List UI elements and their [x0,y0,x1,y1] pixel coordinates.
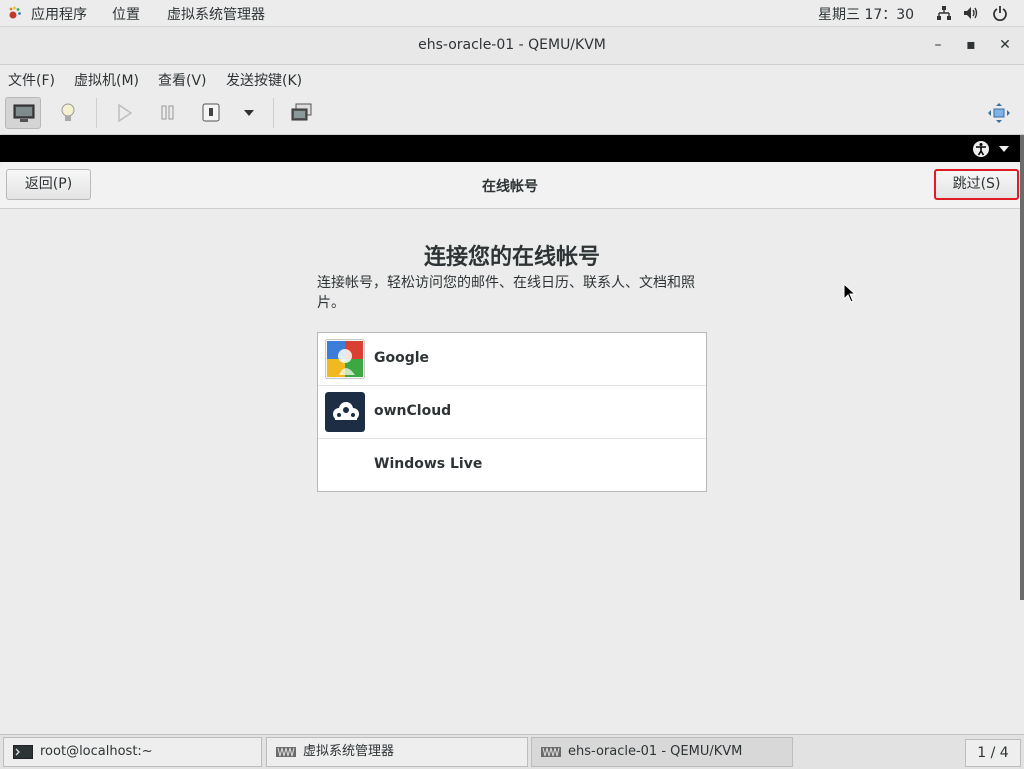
network-icon[interactable] [936,5,952,21]
console-view-button[interactable] [5,97,41,129]
google-icon [325,339,365,379]
chevron-down-icon[interactable] [999,146,1009,152]
applications-menu[interactable]: 应用程序 [31,4,87,24]
toolbar [0,92,1024,135]
accessibility-icon[interactable] [972,140,990,158]
provider-name: Windows Live [374,456,483,472]
taskbar: root@localhost:~ 虚拟系统管理器 ehs-oracle-01 -… [0,734,1024,769]
main-heading: 连接您的在线帐号 [423,245,600,270]
shutdown-button[interactable] [193,97,229,129]
terminal-icon [13,745,33,759]
scrollbar[interactable] [1020,135,1024,600]
close-button[interactable]: ✕ [996,36,1014,54]
fullscreen-button[interactable] [981,97,1017,129]
task-label: 虚拟系统管理器 [303,744,395,759]
pause-icon [161,105,174,120]
clock[interactable]: 星期三 17：30 [818,4,914,24]
online-accounts-page: 连接您的在线帐号 连接帐号，轻松访问您的邮件、在线日历、联系人、文档和照片。 G… [0,209,1020,733]
window-title: ehs-oracle-01 - QEMU/KVM [418,37,606,53]
menu-send-key[interactable]: 发送按键(K) [226,70,302,90]
snapshot-icon [291,103,312,121]
toolbar-separator [273,98,274,128]
power-icon[interactable] [992,5,1008,21]
menu-view[interactable]: 查看(V) [158,70,207,90]
menu-file[interactable]: 文件(F) [8,70,55,90]
details-view-button[interactable] [50,97,86,129]
task-vm-manager[interactable]: 虚拟系统管理器 [266,737,528,767]
provider-name: ownCloud [374,403,452,419]
top-panel: 应用程序 位置 虚拟系统管理器 星期三 17：30 [0,0,1024,27]
task-label: ehs-oracle-01 - QEMU/KVM [568,744,743,759]
task-terminal[interactable]: root@localhost:~ [3,737,262,767]
snapshots-button[interactable] [284,97,320,129]
chevron-down-icon [244,110,254,116]
mouse-cursor-icon [843,283,857,303]
monitor-icon [13,104,35,122]
provider-name: Google [374,350,430,366]
workspace-switcher[interactable]: 1 / 4 [965,739,1021,767]
run-button[interactable] [106,97,142,129]
guest-header-bar: 返回(P) 在线帐号 跳过(S) [0,162,1020,209]
pause-button[interactable] [150,97,186,129]
places-menu[interactable]: 位置 [112,4,140,24]
virt-manager-icon [276,747,296,757]
task-label: root@localhost:~ [40,744,153,759]
skip-button[interactable]: 跳过(S) [934,169,1019,200]
provider-list: Google ownCloud Windows Live [317,332,707,492]
minimize-button[interactable]: – [929,36,947,54]
owncloud-icon [325,392,365,432]
menu-vm[interactable]: 虚拟机(M) [74,70,139,90]
toolbar-separator [96,98,97,128]
window-titlebar[interactable]: ehs-oracle-01 - QEMU/KVM – ▪ ✕ [0,27,1024,65]
menubar: 文件(F) 虚拟机(M) 查看(V) 发送按键(K) [0,65,1024,91]
provider-windows-live[interactable]: Windows Live [318,439,706,491]
virt-manager-icon [541,747,561,757]
description-text: 连接帐号，轻松访问您的邮件、在线日历、联系人、文档和照片。 [317,275,695,311]
volume-icon[interactable] [963,5,979,21]
lightbulb-icon [61,103,75,121]
maximize-button[interactable]: ▪ [962,36,980,54]
task-qemu-window[interactable]: ehs-oracle-01 - QEMU/KVM [531,737,793,767]
power-off-icon [202,103,220,122]
provider-google[interactable]: Google [318,333,706,386]
fullscreen-icon [988,103,1010,123]
guest-top-bar [0,135,1024,162]
provider-owncloud[interactable]: ownCloud [318,386,706,439]
play-icon [118,104,133,122]
page-title: 在线帐号 [482,179,538,195]
vm-manager-menu[interactable]: 虚拟系统管理器 [167,4,265,24]
shutdown-dropdown-button[interactable] [232,97,266,129]
gnome-foot-icon [9,6,21,19]
